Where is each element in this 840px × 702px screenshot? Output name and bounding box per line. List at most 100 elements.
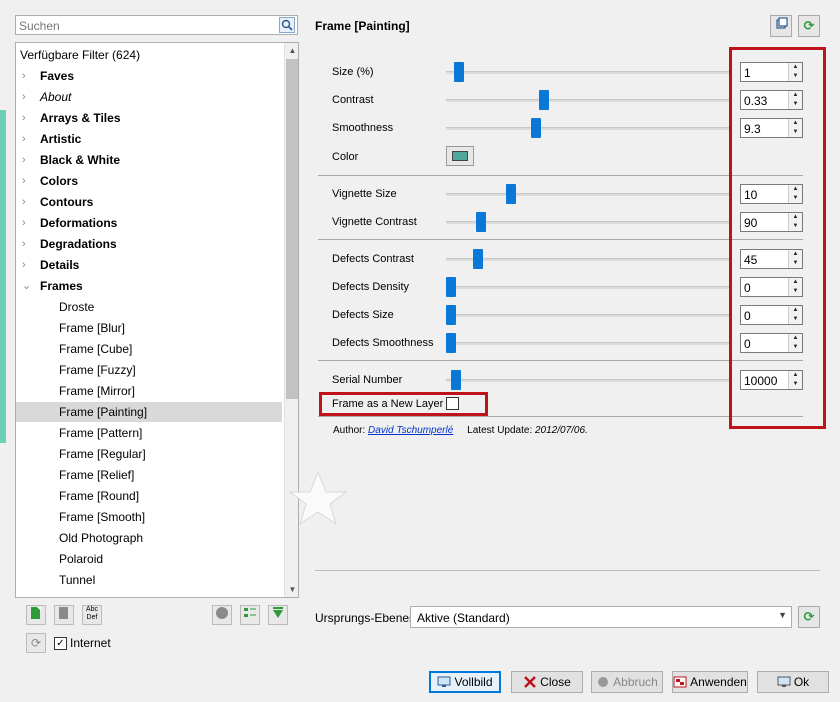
param-slider-track[interactable] [446, 221, 729, 224]
param-slider-track[interactable] [446, 193, 729, 196]
tree-category[interactable]: ⌄ Frames [16, 276, 282, 296]
param-slider-thumb[interactable] [454, 62, 465, 82]
highlight-box-new-layer [319, 392, 488, 416]
rename-icon[interactable]: Abc Def [82, 605, 102, 625]
tree-category-label: About [40, 90, 72, 104]
param-label: Defects Smoothness [332, 337, 434, 349]
list-check-icon[interactable] [240, 605, 260, 625]
tree-item[interactable]: Old Photograph [16, 528, 282, 548]
chevron-right-icon[interactable]: › [22, 66, 26, 86]
param-slider-thumb[interactable] [530, 118, 541, 138]
param-slider-track[interactable] [446, 258, 729, 261]
param-slider-thumb[interactable] [446, 277, 456, 297]
chevron-right-icon[interactable]: › [22, 150, 26, 170]
tree-category-label: Frames [40, 279, 83, 293]
param-slider-track[interactable] [446, 99, 729, 102]
refresh-icon[interactable]: ⟳ [26, 633, 46, 653]
ok-button[interactable]: Ok [757, 671, 829, 693]
close-button[interactable]: Close [511, 671, 583, 693]
chevron-right-icon[interactable]: › [22, 171, 26, 191]
param-slider-thumb[interactable] [476, 212, 487, 232]
internet-checkbox[interactable]: ✓ [54, 637, 67, 650]
left-edge-accent [0, 110, 6, 443]
param-slider-thumb[interactable] [446, 305, 456, 325]
input-layers-select[interactable]: Aktive (Standard) ▼ [410, 606, 792, 628]
param-slider-thumb[interactable] [506, 184, 517, 204]
tree-item[interactable]: Frame [Pattern] [16, 423, 282, 443]
param-label: Vignette Size [332, 188, 397, 200]
param-slider-track[interactable] [446, 286, 729, 289]
tree-item[interactable]: Frame [Relief] [16, 465, 282, 485]
param-label: Serial Number [332, 374, 403, 386]
expand-icon[interactable] [212, 605, 232, 625]
tree-category[interactable]: › Black & White [16, 150, 282, 170]
fullscreen-button[interactable]: Vollbild [429, 671, 501, 693]
tree-item[interactable]: Frame [Smooth] [16, 507, 282, 527]
tree-item[interactable]: Frame [Cube] [16, 339, 282, 359]
tree-category[interactable]: › Contours [16, 192, 282, 212]
chevron-right-icon[interactable]: › [22, 213, 26, 233]
tree-category[interactable]: › Deformations [16, 213, 282, 233]
param-slider-track[interactable] [446, 379, 729, 382]
tree-category[interactable]: › Colors [16, 171, 282, 191]
tree-category[interactable]: › Faves [16, 66, 282, 86]
separator [315, 570, 820, 571]
chevron-right-icon[interactable]: › [22, 255, 26, 275]
tree-category-label: Colors [40, 174, 79, 188]
param-slider-thumb[interactable] [446, 333, 456, 353]
chevron-down-icon[interactable]: ⌄ [22, 276, 31, 296]
monitor-icon [437, 675, 451, 687]
chevron-right-icon[interactable]: › [22, 129, 26, 149]
tree-item[interactable]: Tunnel [16, 570, 282, 590]
tree-item[interactable]: Frame [Regular] [16, 444, 282, 464]
param-slider-thumb[interactable] [473, 249, 484, 269]
chevron-right-icon[interactable]: › [22, 234, 26, 254]
chevron-right-icon[interactable]: › [22, 108, 26, 128]
tree-category[interactable]: › Details [16, 255, 282, 275]
search-icon[interactable] [279, 17, 295, 33]
search-input[interactable]: Suchen [19, 19, 60, 33]
scroll-down-icon[interactable]: ▼ [285, 582, 298, 597]
tree-category[interactable]: › Degradations [16, 234, 282, 254]
chevron-right-icon[interactable]: › [22, 192, 26, 212]
close-icon [523, 674, 537, 688]
param-slider-track[interactable] [446, 71, 729, 74]
tree-item[interactable]: Polaroid [16, 549, 282, 569]
tree-item-selected[interactable]: Frame [Painting] [16, 402, 282, 422]
filter-tree[interactable]: Verfügbare Filter (624) › Faves › About › Arr… [15, 42, 299, 598]
tree-item[interactable]: Frame [Round] [16, 486, 282, 506]
tree-item[interactable]: Frame [Mirror] [16, 381, 282, 401]
tree-item[interactable]: Frame [Fuzzy] [16, 360, 282, 380]
scroll-up-icon[interactable]: ▲ [285, 43, 298, 58]
tree-item[interactable]: Droste [16, 297, 282, 317]
tree-item[interactable]: Frame [Blur] [16, 318, 282, 338]
tree-category[interactable]: › Arrays & Tiles [16, 108, 282, 128]
search-field[interactable]: Suchen [15, 15, 298, 35]
remove-fave-icon[interactable] [54, 605, 74, 625]
param-slider-thumb[interactable] [538, 90, 549, 110]
tree-item-label: Frame [Cube] [59, 342, 133, 356]
tree-category-label: Deformations [40, 216, 118, 230]
tree-item-label: Polaroid [59, 552, 104, 566]
tree-category-label: Contours [40, 195, 94, 209]
param-slider-track[interactable] [446, 314, 729, 317]
watermark-star-icon [288, 470, 348, 526]
tree-category[interactable]: › Artistic [16, 129, 282, 149]
copy-icon[interactable] [770, 15, 792, 37]
add-fave-icon[interactable] [26, 605, 46, 625]
author-link[interactable]: David Tschumperlé [368, 425, 453, 436]
tree-category-label: Degradations [40, 237, 117, 251]
color-picker-button[interactable] [446, 146, 474, 166]
tree-category[interactable]: › About [16, 87, 282, 107]
reset-icon[interactable]: ⟳ [798, 15, 820, 37]
abort-button[interactable]: Abbruch [591, 671, 663, 693]
chevron-right-icon[interactable]: › [22, 87, 26, 107]
param-slider-track[interactable] [446, 127, 729, 130]
param-slider-track[interactable] [446, 342, 729, 345]
param-slider-thumb[interactable] [451, 370, 462, 390]
stop-icon [596, 674, 610, 687]
download-icon[interactable] [268, 605, 288, 625]
apply-button[interactable]: Anwenden [672, 671, 748, 693]
scroll-thumb[interactable] [286, 59, 298, 399]
refresh-layers-icon[interactable]: ⟳ [798, 606, 820, 628]
